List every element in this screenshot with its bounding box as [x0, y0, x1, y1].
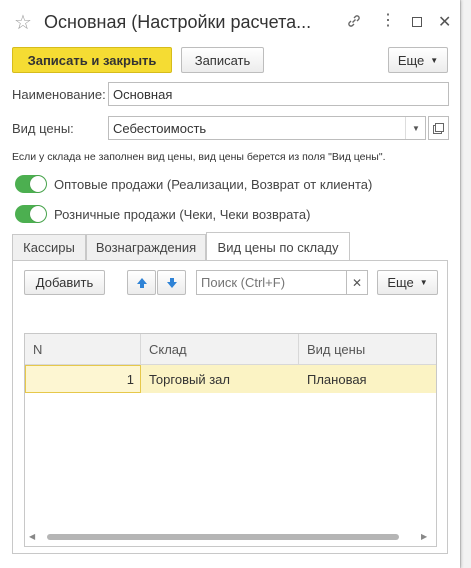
move-down-button[interactable] — [157, 270, 186, 295]
dropdown-icon[interactable]: ▼ — [405, 117, 426, 139]
price-type-field[interactable]: Себестоимость — [108, 116, 426, 140]
scrollbar-thumb[interactable] — [47, 534, 399, 540]
table-row[interactable]: 1 Торговый зал Плановая — [25, 365, 436, 393]
price-type-value: Себестоимость — [113, 120, 207, 136]
table-more-label: Еще — [387, 275, 414, 290]
more-menu-icon[interactable]: ⋮ — [380, 10, 396, 30]
more-button[interactable]: Еще ▼ — [388, 47, 448, 73]
tab-cashiers[interactable]: Кассиры — [12, 234, 86, 260]
column-header-price-type[interactable]: Вид цены — [299, 334, 436, 364]
price-note: Если у склада не заполнен вид цены, вид … — [12, 151, 386, 163]
chevron-down-icon: ▼ — [430, 55, 439, 65]
link-icon[interactable] — [346, 13, 362, 33]
price-table: N Склад Вид цены 1 Торговый зал Плановая… — [24, 333, 437, 547]
cell-price-type[interactable]: Плановая — [299, 365, 436, 393]
favorite-star-icon[interactable]: ☆ — [14, 10, 32, 35]
cell-warehouse[interactable]: Торговый зал — [141, 365, 299, 393]
horizontal-scrollbar[interactable]: ◀ ▶ — [29, 532, 432, 542]
window-title: Основная (Настройки расчета... — [44, 12, 312, 32]
background-window-edge — [460, 0, 471, 568]
scroll-left-icon[interactable]: ◀ — [29, 532, 35, 541]
arrow-up-icon — [136, 277, 147, 288]
chevron-down-icon: ▼ — [419, 278, 428, 287]
tab-rewards[interactable]: Вознаграждения — [86, 234, 206, 260]
move-up-button[interactable] — [127, 270, 156, 295]
wholesale-label: Оптовые продажи (Реализации, Возврат от … — [54, 177, 373, 192]
scroll-right-icon[interactable]: ▶ — [421, 532, 427, 541]
tab-warehouse-price[interactable]: Вид цены по складу — [206, 232, 350, 261]
table-header: N Склад Вид цены — [25, 334, 436, 365]
name-field[interactable]: Основная — [108, 82, 449, 106]
save-and-close-button[interactable]: Записать и закрыть — [12, 47, 172, 73]
maximize-icon[interactable] — [412, 17, 422, 27]
name-label: Наименование: — [12, 87, 106, 102]
clear-search-icon[interactable]: ✕ — [346, 270, 368, 295]
retail-toggle[interactable] — [15, 205, 47, 223]
column-header-n[interactable]: N — [25, 334, 141, 364]
table-more-button[interactable]: Еще ▼ — [377, 270, 438, 295]
close-icon[interactable]: ✕ — [438, 12, 451, 32]
more-label: Еще — [397, 52, 425, 68]
wholesale-toggle[interactable] — [15, 175, 47, 193]
price-type-label: Вид цены: — [12, 121, 74, 136]
open-icon[interactable] — [428, 116, 449, 140]
arrow-down-icon — [166, 277, 177, 288]
search-input[interactable] — [196, 270, 346, 295]
cell-n[interactable]: 1 — [25, 365, 141, 393]
retail-label: Розничные продажи (Чеки, Чеки возврата) — [54, 207, 311, 222]
add-button[interactable]: Добавить — [24, 270, 105, 295]
column-header-warehouse[interactable]: Склад — [141, 334, 299, 364]
save-button[interactable]: Записать — [181, 47, 264, 73]
dialog-window: ☆ Основная (Настройки расчета... ⋮ ✕ Зап… — [0, 0, 460, 568]
